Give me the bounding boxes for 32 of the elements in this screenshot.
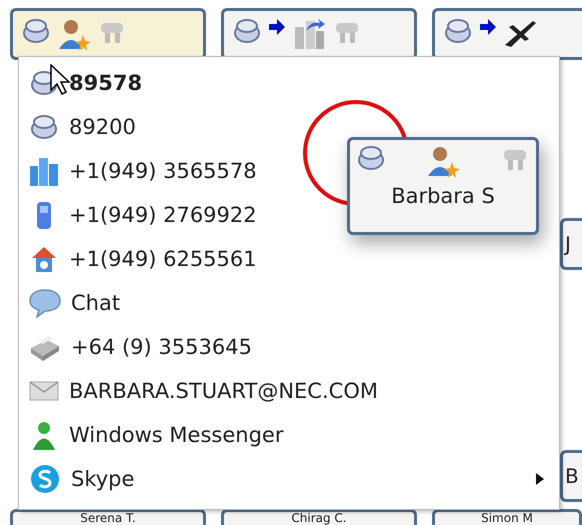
submenu-caret-icon (535, 472, 545, 486)
skype-icon (29, 463, 61, 495)
speech-bubble-icon (29, 288, 61, 318)
arrow-icon (268, 17, 286, 37)
menu-item[interactable]: Skype (19, 457, 559, 501)
menu-item[interactable]: 89200 (19, 105, 150, 149)
menu-item[interactable]: Windows Messenger (19, 413, 298, 457)
envelope-icon (29, 379, 59, 403)
phone-icon (443, 17, 473, 45)
menu-item[interactable]: Chat (19, 281, 134, 325)
building-arrow-icon (292, 17, 326, 49)
office-building-icon (29, 156, 59, 186)
contact-card[interactable]: Barbara S (347, 137, 539, 235)
contact-card[interactable] (432, 8, 582, 60)
contact-card[interactable]: B (560, 450, 582, 502)
phone-icon (29, 113, 59, 141)
menu-item[interactable]: +1(949) 3565578 (19, 149, 271, 193)
arrow-icon (479, 17, 497, 37)
mouse-pointer-icon (50, 64, 72, 96)
contact-card[interactable]: Chirag C. (221, 509, 417, 525)
menu-item[interactable]: +1(949) 6255561 (19, 237, 271, 281)
contact-card[interactable]: Simon M (432, 509, 582, 525)
menu-item[interactable]: BARBARA.STUART@NEC.COM (19, 369, 392, 413)
phone-icon (232, 17, 262, 45)
menu-item[interactable]: +64 (9) 3553645 (19, 325, 266, 369)
contact-card[interactable]: Serena T. (10, 509, 206, 525)
contact-card[interactable]: J (560, 218, 582, 270)
person-star-icon (57, 17, 91, 51)
phone-icon (21, 17, 51, 45)
person-star-icon (426, 144, 460, 178)
phone-icon (356, 144, 386, 172)
menu-item[interactable]: +1(949) 2769922 (19, 193, 271, 237)
